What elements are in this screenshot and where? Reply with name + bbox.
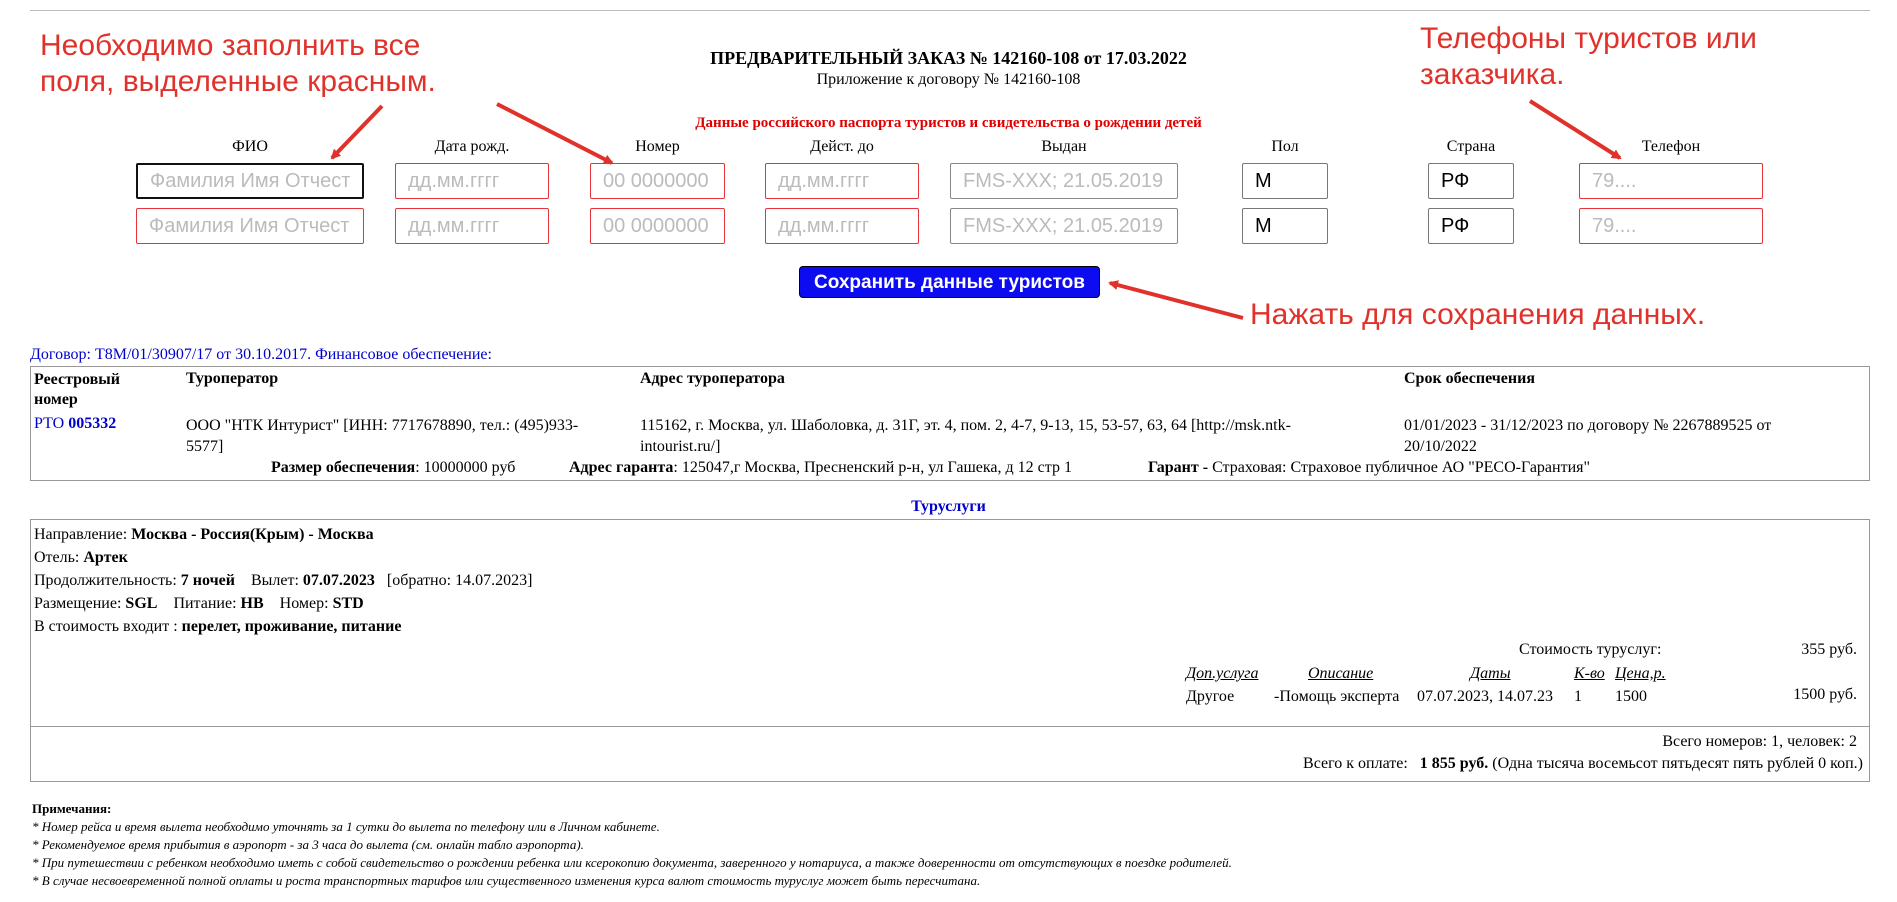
arrow-to-phone [1528, 99, 1622, 160]
address-text: 115162, г. Москва, ул. Шаболовка, д. 31Г… [640, 417, 1291, 434]
direction-value: Москва - Россия(Крым) - Москва [131, 526, 374, 543]
arrow-to-number [496, 102, 614, 165]
extra-header-description: Описание [1308, 665, 1374, 682]
term-value: 01/01/2023 - 31/12/2023 по договору № 22… [1404, 415, 1771, 457]
placement-label: Размещение: [34, 595, 126, 612]
reg-number: РТО 005332 [34, 415, 116, 433]
guarantor-address-value: : 125047,г Москва, Пресненский р-н, ул Г… [673, 459, 1072, 476]
extra-dates: 07.07.2023, 14.07.23 [1417, 688, 1553, 705]
guarantor-label: Гарант - [1148, 459, 1209, 476]
depart-label: Вылет: [250, 572, 303, 589]
total-payment: Всего к оплате: 1 855 руб. (Одна тысяча … [1303, 755, 1863, 773]
depart-value: 07.07.2023 [302, 572, 375, 589]
arrow-to-save [1108, 280, 1244, 320]
duration-label: Продолжительность: [34, 572, 181, 589]
term-text: 01/01/2023 - 31/12/2023 по договору № 22… [1404, 417, 1772, 434]
pay-label: Всего к оплате: [1303, 755, 1408, 772]
extra-service: Другое [1186, 688, 1235, 705]
note-item: * Номер рейса и время вылета необходимо … [32, 819, 660, 834]
extra-price: 1500 [1615, 688, 1647, 705]
pay-words: (Одна тысяча восемьсот пятьдесят пять ру… [1492, 755, 1863, 772]
amount-value: : 10000000 руб [415, 459, 516, 476]
hotel-line: Отель: Артек [34, 546, 532, 569]
hotel-label: Отель: [34, 549, 84, 566]
included-line: В стоимость входит : перелет, проживание… [34, 615, 532, 638]
note-item: * В случае несвоевременной полной оплаты… [32, 873, 981, 888]
notes-title: Примечания: [32, 801, 112, 816]
address-text: intourist.ru/] [640, 438, 721, 455]
operator-text: ООО "НТК Интурист" [ИНН: 7717678890, тел… [186, 417, 579, 434]
operator-header: Туроператор [186, 370, 279, 387]
rooms-people: Всего номеров: 1, человек: 2 [1662, 733, 1857, 750]
note-item: * При путешествии с ребенком необходимо … [32, 855, 1232, 870]
return-text: [обратно: 14.07.2023] [386, 572, 533, 589]
services-heading: Туруслуги [911, 498, 986, 515]
direction-line: Направление: Москва - Россия(Крым) - Мос… [34, 523, 532, 546]
cost-label: Стоимость туруслуг: [1519, 641, 1662, 658]
operator-name: ООО "НТК Интурист" [ИНН: 7717678890, тел… [186, 415, 578, 457]
meal-label: Питание: [173, 595, 241, 612]
included-label: В стоимость входит : [34, 618, 182, 635]
operator-address: 115162, г. Москва, ул. Шаболовка, д. 31Г… [640, 415, 1291, 457]
header-text: номер [34, 391, 78, 408]
extra-header-service: Доп.услуга [1186, 665, 1259, 682]
extra-header-price: Цена,р. [1615, 665, 1666, 682]
amount-label: Размер обеспечения [271, 459, 416, 476]
contract-line: Договор: T8M/01/30907/17 от 30.10.2017. … [30, 346, 492, 363]
duration-value: 7 ночей [180, 572, 235, 589]
placement-value: SGL [125, 595, 158, 612]
extra-description: -Помощь эксперта [1274, 688, 1400, 705]
notes: Примечания: * Номер рейса и время вылета… [32, 800, 1232, 890]
extra-total: 1500 руб. [1793, 686, 1857, 703]
guarantor: Гарант - Страховая: Страховое публичное … [1148, 459, 1590, 477]
reg-prefix: РТО [34, 415, 69, 432]
direction-label: Направление: [34, 526, 132, 543]
header-text: Реестровый [34, 371, 120, 388]
operator-address-header: Адрес туроператора [640, 370, 785, 387]
arrow-to-fio [330, 104, 384, 160]
meal-value: HB [240, 595, 264, 612]
pay-value: 1 855 руб. [1419, 755, 1489, 772]
guarantor-address-label: Адрес гаранта [569, 459, 674, 476]
extra-header-qty: К-во [1574, 665, 1605, 682]
extra-header-dates: Даты [1470, 665, 1511, 682]
totals-box: Всего номеров: 1, человек: 2 Всего к опл… [30, 726, 1870, 782]
services-box: Направление: Москва - Россия(Крым) - Мос… [30, 519, 1870, 727]
term-header: Срок обеспечения [1404, 370, 1535, 387]
room-label: Номер: [279, 595, 333, 612]
cost-value: 355 руб. [1801, 641, 1857, 658]
duration-line: Продолжительность: 7 ночей Вылет: 07.07.… [34, 569, 532, 592]
guarantor-address: Адрес гаранта: 125047,г Москва, Пресненс… [569, 459, 1072, 477]
included-value: перелет, проживание, питание [181, 618, 402, 635]
extra-qty: 1 [1574, 688, 1582, 705]
guarantor-value: Страховая: Страховое публичное АО "РЕСО-… [1208, 459, 1591, 476]
placement-line: Размещение: SGL Питание: HB Номер: STD [34, 592, 532, 615]
note-item: * Рекомендуемое время прибытия в аэропор… [32, 837, 584, 852]
contract-table: Реестровый номер Туроператор Адрес туроп… [30, 366, 1870, 481]
reg-value: 005332 [68, 415, 117, 432]
room-value: STD [332, 595, 364, 612]
hotel-value: Артек [83, 549, 128, 566]
guarantee-amount: Размер обеспечения: 10000000 руб [271, 459, 515, 477]
services-details: Направление: Москва - Россия(Крым) - Мос… [34, 523, 532, 638]
operator-text: 5577] [186, 438, 224, 455]
reg-number-header: Реестровый номер [34, 370, 120, 410]
term-text: 20/10/2022 [1404, 438, 1477, 455]
